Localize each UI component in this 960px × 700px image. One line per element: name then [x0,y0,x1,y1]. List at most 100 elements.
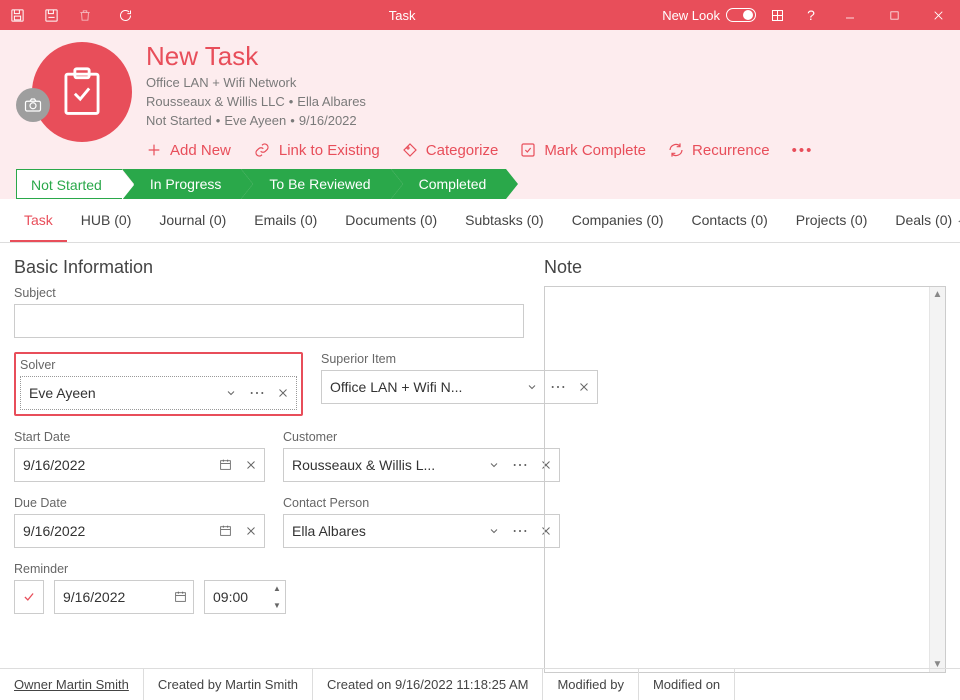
refresh-button[interactable] [108,0,142,30]
tab-task[interactable]: Task [10,198,67,242]
start-date-input[interactable] [15,449,212,481]
reminder-label: Reminder [14,562,524,576]
tab-label: Projects (0) [796,212,868,228]
stage-in-progress[interactable]: In Progress [122,169,242,199]
customer-combo: ⋯ [283,448,560,482]
new-look-toggle[interactable]: New Look [662,8,756,23]
section-basic-information-title: Basic Information [14,257,524,278]
superior-input[interactable] [322,371,519,403]
meta-company: Rousseaux & Willis LLC [146,94,285,109]
reminder-time-input[interactable] [205,581,269,613]
change-photo-button[interactable] [16,88,50,122]
due-date-label: Due Date [14,496,265,510]
reminder-time-up-button[interactable]: ▲ [269,580,285,597]
more-actions-button[interactable]: ••• [792,142,814,159]
recurrence-label: Recurrence [692,142,770,159]
reminder-date-calendar-button[interactable] [167,581,193,613]
tab-emails[interactable]: Emails (0) [240,198,331,242]
categorize-button[interactable]: Categorize [402,142,499,159]
contact-input[interactable] [284,515,481,547]
stage-completed[interactable]: Completed [391,169,507,199]
start-date-clear-button[interactable] [238,449,264,481]
stage-to-be-reviewed[interactable]: To Be Reviewed [241,169,390,199]
minimize-button[interactable] [828,0,872,30]
tab-hub[interactable]: HUB (0) [67,198,146,242]
section-note-title: Note [544,257,946,278]
contact-combo: ⋯ [283,514,560,548]
customer-input[interactable] [284,449,481,481]
tab-label: Journal (0) [159,212,226,228]
save-button[interactable] [0,0,34,30]
stage-label: Not Started [31,177,102,193]
customer-dropdown-button[interactable] [481,449,507,481]
status-owner[interactable]: Owner Martin Smith [0,669,144,700]
start-date-label: Start Date [14,430,265,444]
solver-combo: ⋯ [20,376,297,410]
status-created-on: Created on 9/16/2022 11:18:25 AM [313,669,543,700]
solver-clear-button[interactable] [270,377,296,409]
recurrence-button[interactable]: Recurrence [668,142,770,159]
close-window-button[interactable] [916,0,960,30]
meta-date: 9/16/2022 [299,113,357,128]
tab-projects[interactable]: Projects (0) [782,198,882,242]
mark-complete-label: Mark Complete [544,142,646,159]
categorize-label: Categorize [426,142,499,159]
due-date-input[interactable] [15,515,212,547]
tab-journal[interactable]: Journal (0) [145,198,240,242]
status-modified-on-text: Modified on [653,677,720,692]
task-avatar [32,42,132,142]
note-scroll-up[interactable]: ▲ [933,287,943,302]
reminder-checkbox[interactable] [14,580,44,614]
contact-dropdown-button[interactable] [481,515,507,547]
page-title: New Task [146,42,944,71]
tab-subtasks[interactable]: Subtasks (0) [451,198,558,242]
reminder-time-spinner: ▲ ▼ [269,580,285,614]
customer-browse-button[interactable]: ⋯ [507,449,533,481]
tab-label: Subtasks (0) [465,212,544,228]
reminder-time-combo: ▲ ▼ [204,580,286,614]
tab-documents[interactable]: Documents (0) [331,198,451,242]
subject-input-wrap [14,304,524,338]
status-created-on-text: Created on 9/16/2022 11:18:25 AM [327,677,528,692]
stage-not-started[interactable]: Not Started [16,169,122,199]
link-existing-label: Link to Existing [279,142,380,159]
solver-browse-button[interactable]: ⋯ [244,377,270,409]
new-look-label: New Look [662,8,720,23]
delete-button[interactable] [68,0,102,30]
subject-input[interactable] [15,305,523,337]
solver-dropdown-button[interactable] [218,377,244,409]
tab-label: Documents (0) [345,212,437,228]
toggle-icon [726,8,756,22]
reminder-time-down-button[interactable]: ▼ [269,597,285,614]
solver-label: Solver [20,358,297,372]
due-date-calendar-button[interactable] [212,515,238,547]
stage-bar: Not Started In Progress To Be Reviewed C… [16,169,944,199]
save-and-close-button[interactable] [34,0,68,30]
tab-companies[interactable]: Companies (0) [558,198,678,242]
superior-dropdown-button[interactable] [519,371,545,403]
add-new-button[interactable]: Add New [146,142,231,159]
note-scrollbar[interactable]: ▲ ▼ [929,287,945,672]
title-bar: Task New Look ? [0,0,960,30]
reminder-date-input[interactable] [55,581,167,613]
help-button[interactable]: ? [794,0,828,30]
subject-label: Subject [14,286,524,300]
customer-label: Customer [283,430,560,444]
tab-label: Emails (0) [254,212,317,228]
note-textarea[interactable]: ▲ ▼ [544,286,946,673]
meta-line-1: Office LAN + Wifi Network [146,75,944,90]
tab-contacts[interactable]: Contacts (0) [678,198,782,242]
due-date-clear-button[interactable] [238,515,264,547]
status-bar: Owner Martin Smith Created by Martin Smi… [0,668,960,700]
maximize-button[interactable] [872,0,916,30]
avatar-wrap [16,42,136,152]
link-to-existing-button[interactable]: Link to Existing [253,142,380,159]
contact-label: Contact Person [283,496,560,510]
tab-label: Task [24,212,53,228]
start-date-calendar-button[interactable] [212,449,238,481]
solver-input[interactable] [21,377,218,409]
app-icon-button[interactable] [760,0,794,30]
contact-browse-button[interactable]: ⋯ [507,515,533,547]
tab-deals[interactable]: Deals (0) [881,198,958,242]
mark-complete-button[interactable]: Mark Complete [520,142,646,159]
